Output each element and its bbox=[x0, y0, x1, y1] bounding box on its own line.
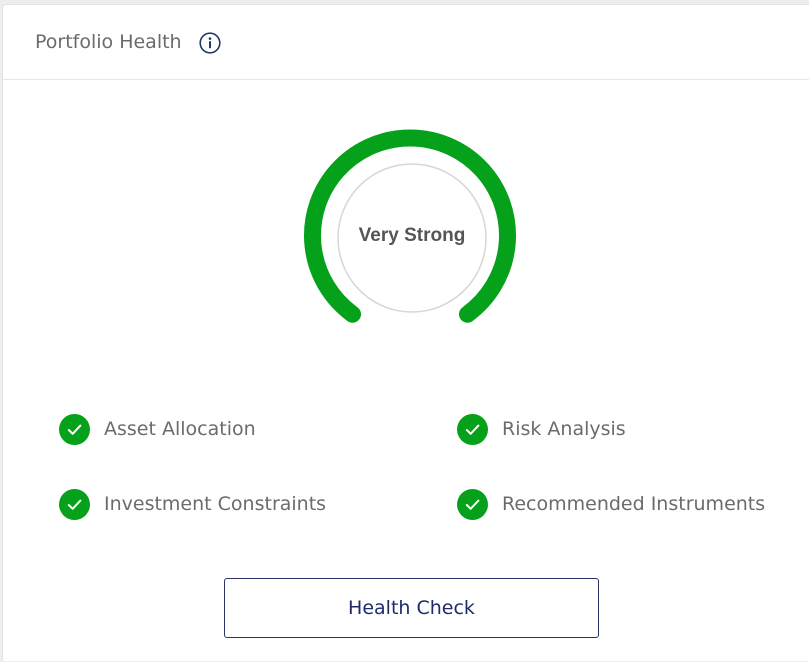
check-icon bbox=[457, 413, 488, 445]
portfolio-health-card: Portfolio Health Very Strong Asset Alloc… bbox=[2, 4, 809, 661]
info-icon[interactable] bbox=[199, 32, 221, 54]
checklist-label: Risk Analysis bbox=[502, 418, 626, 440]
checklist-item-investment-constraints: Investment Constraints bbox=[59, 488, 326, 520]
checklist-label: Asset Allocation bbox=[104, 418, 256, 440]
checklist-item-asset-allocation: Asset Allocation bbox=[59, 413, 256, 445]
check-icon bbox=[59, 413, 90, 445]
check-icon bbox=[59, 488, 90, 520]
gauge-status-label: Very Strong bbox=[358, 225, 466, 246]
card-title: Portfolio Health bbox=[35, 31, 182, 53]
checklist-item-recommended-instruments: Recommended Instruments bbox=[457, 488, 765, 520]
checklist-item-risk-analysis: Risk Analysis bbox=[457, 413, 626, 445]
card-header: Portfolio Health bbox=[3, 5, 809, 80]
check-icon bbox=[457, 488, 488, 520]
checklist-label: Investment Constraints bbox=[104, 493, 327, 515]
health-check-button[interactable]: Health Check bbox=[224, 578, 599, 638]
health-gauge bbox=[304, 129, 516, 323]
checklist-label: Recommended Instruments bbox=[502, 493, 766, 515]
